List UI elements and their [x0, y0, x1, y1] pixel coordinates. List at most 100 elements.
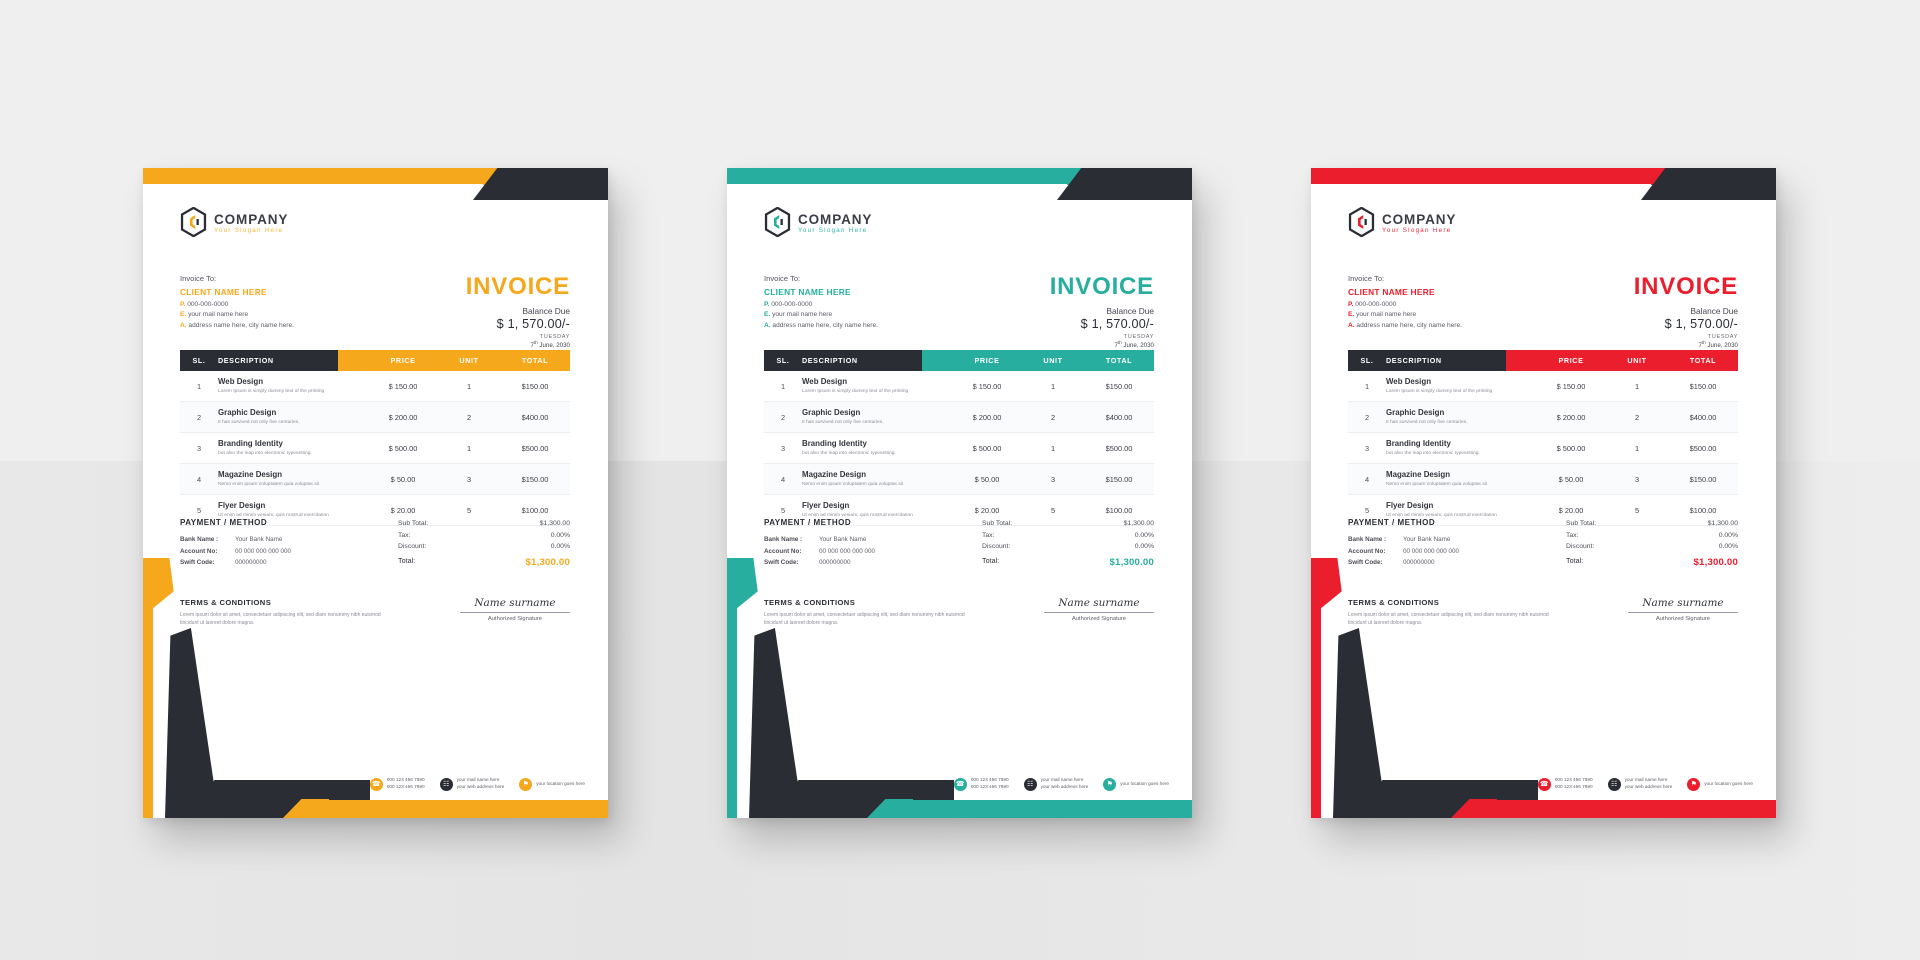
bottom-accent-bar	[887, 800, 1192, 818]
grand-total-value: $1,300.00	[525, 557, 570, 569]
bottom-accent-bar	[303, 800, 608, 818]
footer-contact[interactable]: ⚑ your location goes here	[1687, 777, 1753, 791]
bill-to-block: Invoice To: CLIENT NAME HERE P. 000-000-00…	[764, 274, 878, 332]
payment-line: Account No: 00 000 000 000 000	[764, 546, 875, 558]
company-logo[interactable]: COMPANY Your Slogan Here	[1348, 206, 1457, 242]
total-line: Discount: 0.00%	[398, 541, 570, 553]
totals-block: Sub Total: $1,300.00 Tax: 0.00% Discount: 0.0…	[982, 518, 1154, 572]
footer-contact[interactable]: ☎ 000 123 456 7890 000 123 456 7890	[1537, 777, 1593, 791]
total-value: 0.00%	[550, 543, 570, 551]
invoice-date: 7th June, 2030	[1698, 340, 1738, 350]
row-serial: 3	[1364, 443, 1370, 453]
invoice-summary: INVOICE Balance Due $ 1, 570.00/- TUESDAY 7t…	[1634, 274, 1738, 350]
row-item-sub: Lorem Ipsum is simply dummy text of the …	[1386, 388, 1493, 394]
grand-total-key: Total:	[982, 556, 1000, 566]
total-value: 0.00%	[550, 531, 570, 539]
payment-key: Swift Code:	[764, 559, 799, 567]
top-accent-bar	[727, 168, 1107, 184]
row-item-sub: but also the leap into electronic typese…	[802, 450, 896, 456]
row-item-name: Web Design	[802, 377, 848, 387]
payment-value: Your Bank Name	[1403, 536, 1451, 543]
table-row: 1 Web Design Lorem Ipsum is simply dummy t…	[180, 371, 570, 402]
row-total: $400.00	[1105, 412, 1133, 422]
signature-block: Name surname Authorized Signature	[460, 597, 570, 622]
payment-line: Account No: 00 000 000 000 000	[180, 546, 291, 558]
payment-value: 000000000	[819, 559, 851, 567]
total-key: Tax:	[1566, 531, 1579, 539]
terms-title: TERMS & CONDITIONS	[764, 598, 856, 607]
payment-method-block: PAYMENT / METHOD Bank Name : Your Bank Nam…	[1348, 518, 1459, 572]
row-serial: 5	[196, 505, 202, 515]
payment-line: Bank Name : Your Bank Name	[764, 534, 875, 546]
client-email: E. your mail name here	[180, 311, 249, 319]
footer-contact[interactable]: ☷ your mail name here your web address her…	[1607, 777, 1672, 791]
row-price: $ 50.00	[390, 474, 416, 484]
signature-block: Name surname Authorized Signature	[1044, 597, 1154, 622]
footer-contact-text: your location goes here	[1704, 780, 1753, 786]
row-unit: 2	[1634, 412, 1640, 422]
table-header: SL. DESCRIPTION PRICE UNIT TOTAL	[180, 350, 570, 371]
company-logo[interactable]: COMPANY Your Slogan Here	[180, 206, 288, 242]
row-price: $ 200.00	[1556, 412, 1586, 422]
company-slogan: Your Slogan Here	[1382, 227, 1452, 235]
total-line: Tax: 0.00%	[398, 530, 570, 542]
phone-icon: ☎	[953, 777, 967, 791]
footer-contact[interactable]: ☷ your mail name here your web address her…	[1023, 777, 1088, 791]
terms-block: TERMS & CONDITIONS Lorem ipsum dolor sit …	[764, 598, 979, 628]
table-row: 4 Magazine Design Nemo enim ipsam voluptat…	[1348, 464, 1738, 495]
total-value: $1,300.00	[539, 520, 570, 527]
terms-body: Lorem ipsum dolor sit amet, consectetuer…	[180, 612, 381, 626]
row-item-sub: It has survived not only five centuries.	[802, 419, 884, 425]
footer-contact[interactable]: ⚑ your location goes here	[519, 777, 585, 791]
payment-value: 000000000	[1403, 559, 1435, 567]
total-line: Tax: 0.00%	[982, 530, 1154, 542]
row-item-sub: Nemo enim ipsam voluptatem quia voluptas…	[1386, 481, 1488, 487]
invoice-sheet-teal[interactable]: COMPANY Your Slogan Here Invoice To: CLIENT…	[727, 168, 1192, 818]
row-total: $500.00	[1689, 443, 1717, 453]
signature-label: Authorized Signature	[487, 615, 543, 622]
row-unit: 1	[1050, 443, 1056, 453]
footer-contact[interactable]: ☷ your mail name here your web address her…	[439, 777, 504, 791]
row-description: Magazine Design Nemo enim ipsam voluptate…	[1386, 470, 1536, 488]
invoice-sheet-red[interactable]: COMPANY Your Slogan Here Invoice To: CLIENT…	[1311, 168, 1776, 818]
grand-total-value: $1,300.00	[1693, 557, 1738, 569]
footer-contact-text: your location goes here	[536, 780, 585, 786]
row-description: Branding Identity but also the leap into …	[218, 439, 368, 457]
footer-contact-text: your location goes here	[1120, 780, 1169, 786]
grand-total-key: Total:	[1566, 556, 1584, 566]
company-name: COMPANY	[1382, 211, 1457, 227]
column-header-total: TOTAL	[521, 356, 549, 365]
row-total: $100.00	[1105, 505, 1133, 515]
invoice-meta: Invoice To: CLIENT NAME HERE P. 000-000-00…	[1348, 274, 1738, 350]
footer-contact[interactable]: ☎ 000 123 456 7890 000 123 456 7890	[953, 777, 1009, 791]
footer-contact[interactable]: ☎ 000 123 456 7890 000 123 456 7890	[369, 777, 425, 791]
total-key: Sub Total:	[982, 520, 1013, 527]
location-pin-icon: ⚑	[1687, 777, 1701, 791]
row-item-name: Web Design	[1386, 377, 1432, 387]
row-total: $150.00	[1689, 381, 1717, 391]
total-line: Tax: 0.00%	[1566, 530, 1738, 542]
signature-label: Authorized Signature	[1071, 615, 1127, 622]
balance-due-amount: $ 1, 570.00/-	[1080, 317, 1154, 332]
client-address: A. address name here, city name here.	[1348, 321, 1462, 329]
invoice-sheet-yellow[interactable]: COMPANY Your Slogan Here Invoice To: CLIENT…	[143, 168, 608, 818]
column-header-description: DESCRIPTION	[1386, 356, 1442, 365]
footer-contact[interactable]: ⚑ your location goes here	[1103, 777, 1169, 791]
signature-rule	[1044, 611, 1154, 613]
hexagon-logo-icon	[1348, 206, 1375, 242]
row-description: Web Design Lorem Ipsum is simply dummy te…	[218, 377, 368, 395]
table-row: 2 Graphic Design It has survived not only …	[180, 402, 570, 433]
row-item-sub: but also the leap into electronic typese…	[1386, 450, 1480, 456]
signature-rule	[460, 611, 570, 613]
client-phone: P. 000-000-0000	[1348, 300, 1397, 308]
row-unit: 5	[1050, 505, 1056, 515]
company-logo[interactable]: COMPANY Your Slogan Here	[764, 206, 872, 242]
row-item-sub: Lorem Ipsum is simply dummy text of the …	[218, 388, 325, 394]
row-item-sub: but also the leap into electronic typese…	[218, 450, 312, 456]
table-row: 3 Branding Identity but also the leap into…	[764, 433, 1154, 464]
row-item-sub: It has survived not only five centuries.	[218, 419, 300, 425]
column-header-description: DESCRIPTION	[218, 356, 274, 365]
row-serial: 4	[196, 474, 202, 484]
row-total: $500.00	[521, 443, 549, 453]
payment-key: Swift Code:	[180, 559, 215, 567]
